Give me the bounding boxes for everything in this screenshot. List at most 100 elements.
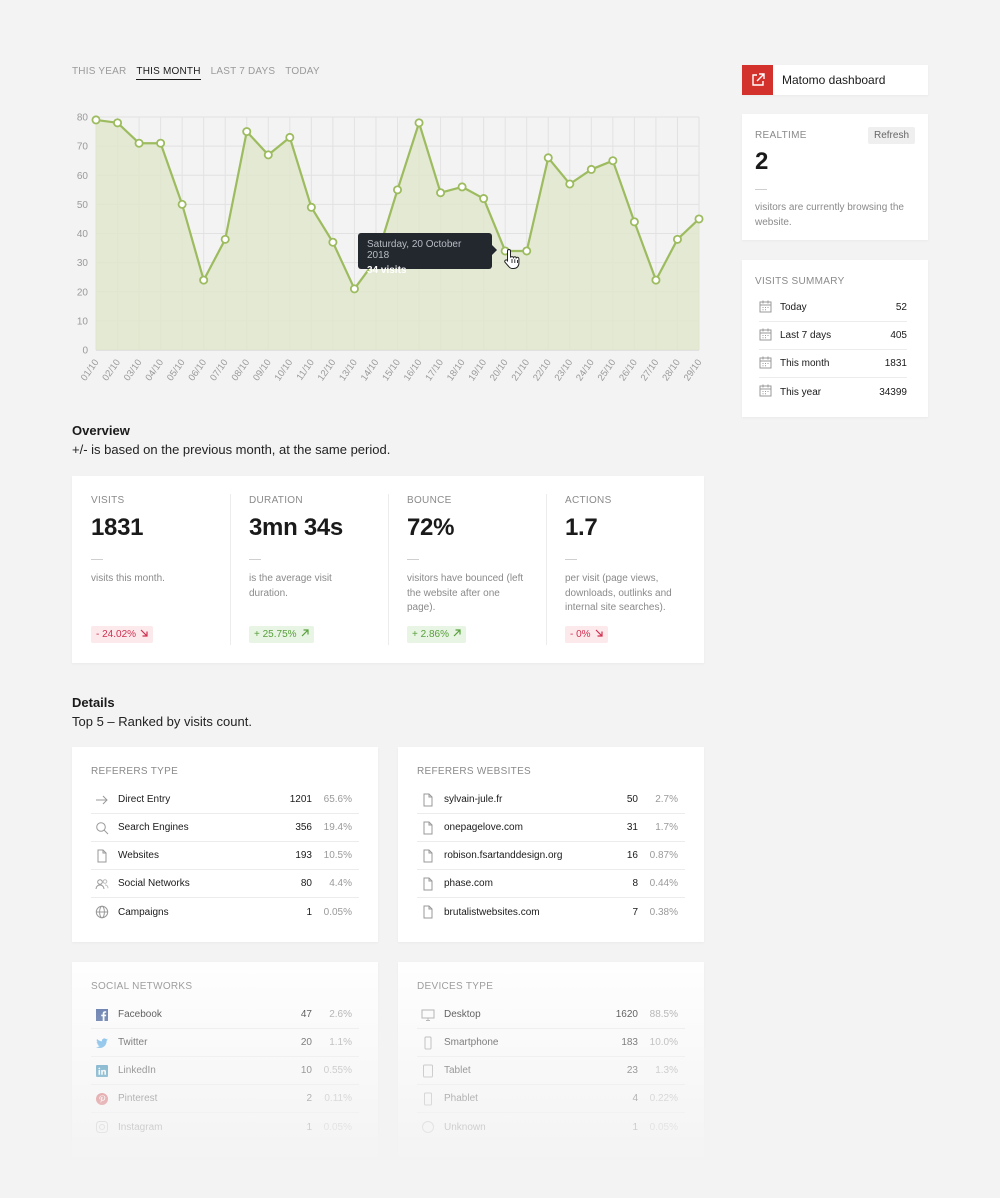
- list-item[interactable]: Phablet 4 0.22%: [417, 1085, 685, 1113]
- data-point[interactable]: [651, 275, 661, 285]
- data-point[interactable]: [479, 194, 489, 204]
- list-item[interactable]: Twitter 20 1.1%: [91, 1029, 359, 1057]
- metric-label: ACTIONS: [565, 495, 612, 506]
- item-count: 1201: [289, 794, 312, 805]
- list-item[interactable]: Instagram 1 0.05%: [91, 1113, 359, 1141]
- item-name: Pinterest: [118, 1093, 158, 1104]
- overview-subtitle: +/- is based on the previous month, at t…: [72, 442, 391, 457]
- metric-description: visits this month.: [91, 573, 165, 584]
- x-tick-label: 17/10: [423, 357, 446, 383]
- list-item[interactable]: robison.fsartanddesign.org 16 0.87%: [417, 842, 685, 870]
- list-item[interactable]: Facebook 47 2.6%: [91, 1001, 359, 1029]
- tooltip-value: 34 visits: [367, 265, 407, 276]
- x-tick-label: 06/10: [186, 357, 209, 383]
- metric-description: visitors have bounced (left the website …: [407, 573, 524, 613]
- visits-summary-card: VISITS SUMMARY Today 52 Last 7 days 405 This…: [742, 260, 928, 417]
- data-point[interactable]: [436, 188, 446, 198]
- metric-bounce: BOUNCE 72% visitors have bounced (left the…: [388, 476, 546, 663]
- list-item[interactable]: Pinterest 2 0.11%: [91, 1085, 359, 1113]
- item-name: Search Engines: [118, 822, 189, 833]
- referers-type-list: Direct Entry 1201 65.6% Search Engines 356 19…: [91, 786, 359, 926]
- list-item[interactable]: phase.com 8 0.44%: [417, 870, 685, 898]
- x-tick-label: 04/10: [143, 357, 166, 383]
- facebook-icon: [95, 1008, 109, 1022]
- data-point[interactable]: [565, 179, 575, 189]
- document-icon: [95, 849, 109, 863]
- list-item[interactable]: Direct Entry 1201 65.6%: [91, 786, 359, 814]
- data-point[interactable]: [328, 237, 338, 247]
- y-tick-label: 20: [77, 287, 89, 298]
- tab-this-year[interactable]: THIS YEAR: [72, 66, 126, 80]
- metric-value: 1831: [91, 514, 144, 541]
- item-name: brutalistwebsites.com: [444, 906, 540, 918]
- list-item[interactable]: Social Networks 80 4.4%: [91, 870, 359, 898]
- tab-this-month[interactable]: THIS MONTH: [136, 66, 201, 80]
- matomo-dashboard-link[interactable]: Matomo dashboard: [742, 65, 928, 95]
- realtime-description: visitors are currently browsing the webs…: [755, 202, 904, 228]
- list-item[interactable]: brutalistwebsites.com 7 0.38%: [417, 898, 685, 926]
- item-name: onepagelove.com: [444, 822, 523, 833]
- list-item[interactable]: Smartphone 183 10.0%: [417, 1029, 685, 1057]
- instagram-icon: [95, 1120, 109, 1134]
- data-point[interactable]: [543, 153, 553, 163]
- list-item[interactable]: Desktop 1620 88.5%: [417, 1001, 685, 1029]
- document-icon: [421, 793, 435, 807]
- data-point[interactable]: [608, 156, 618, 166]
- data-point[interactable]: [672, 234, 682, 244]
- refresh-button[interactable]: Refresh: [867, 127, 915, 144]
- document-icon: [421, 821, 435, 835]
- linkedin-icon: [95, 1064, 109, 1078]
- data-point[interactable]: [113, 118, 123, 128]
- data-point[interactable]: [349, 284, 359, 294]
- data-point[interactable]: [285, 132, 295, 142]
- details-subtitle: Top 5 – Ranked by visits count.: [72, 714, 252, 729]
- x-tick-label: 28/10: [660, 357, 683, 383]
- data-point[interactable]: [414, 118, 424, 128]
- list-item[interactable]: Websites 193 10.5%: [91, 842, 359, 870]
- list-item[interactable]: Unknown 1 0.05%: [417, 1113, 685, 1141]
- list-item[interactable]: Tablet 23 1.3%: [417, 1057, 685, 1085]
- summary-row: Last 7 days 405: [759, 322, 907, 350]
- item-count: 1: [306, 906, 312, 918]
- data-point[interactable]: [522, 246, 532, 256]
- calendar-icon: [759, 328, 772, 344]
- list-item[interactable]: Campaigns 1 0.05%: [91, 898, 359, 926]
- list-item[interactable]: onepagelove.com 31 1.7%: [417, 814, 685, 842]
- change-value: - 24.02%: [96, 629, 137, 640]
- data-point[interactable]: [177, 199, 187, 209]
- data-point[interactable]: [134, 138, 144, 148]
- arrow-down-right-icon: [595, 629, 603, 640]
- data-point[interactable]: [694, 214, 704, 224]
- data-point[interactable]: [242, 127, 252, 137]
- visits-chart: 0 10 20 30 40 50 60 70 80 01/10 02/10 03/10 04/10 05/…: [72, 104, 712, 394]
- metric-value: 1.7: [565, 514, 598, 541]
- tab-today[interactable]: TODAY: [285, 66, 320, 80]
- summary-name: Last 7 days: [780, 330, 832, 341]
- item-count: 193: [295, 850, 312, 861]
- x-tick-label: 08/10: [230, 357, 253, 383]
- list-item[interactable]: sylvain-jule.fr 50 2.7%: [417, 786, 685, 814]
- phablet-icon: [421, 1092, 435, 1106]
- item-percent: 0.44%: [649, 878, 678, 889]
- data-point[interactable]: [586, 164, 596, 174]
- visits-summary-list: Today 52 Last 7 days 405 This month 1831 This …: [759, 294, 907, 406]
- tab-last-7-days[interactable]: LAST 7 DAYS: [211, 66, 276, 80]
- data-point[interactable]: [306, 202, 316, 212]
- data-point[interactable]: [392, 185, 402, 195]
- item-percent: 2.7%: [655, 794, 678, 805]
- divider: [755, 189, 767, 190]
- data-point[interactable]: [457, 182, 467, 192]
- list-item[interactable]: LinkedIn 10 0.55%: [91, 1057, 359, 1085]
- data-point[interactable]: [629, 217, 639, 227]
- item-count: 2: [306, 1093, 312, 1104]
- x-tick-label: 20/10: [488, 357, 511, 383]
- list-item[interactable]: Search Engines 356 19.4%: [91, 814, 359, 842]
- x-tick-label: 15/10: [380, 357, 403, 383]
- data-point[interactable]: [156, 138, 166, 148]
- change-value: - 0%: [570, 629, 591, 640]
- data-point[interactable]: [220, 234, 230, 244]
- data-point[interactable]: [199, 275, 209, 285]
- data-point[interactable]: [91, 115, 101, 125]
- x-tick-label: 13/10: [337, 357, 360, 383]
- data-point[interactable]: [263, 150, 273, 160]
